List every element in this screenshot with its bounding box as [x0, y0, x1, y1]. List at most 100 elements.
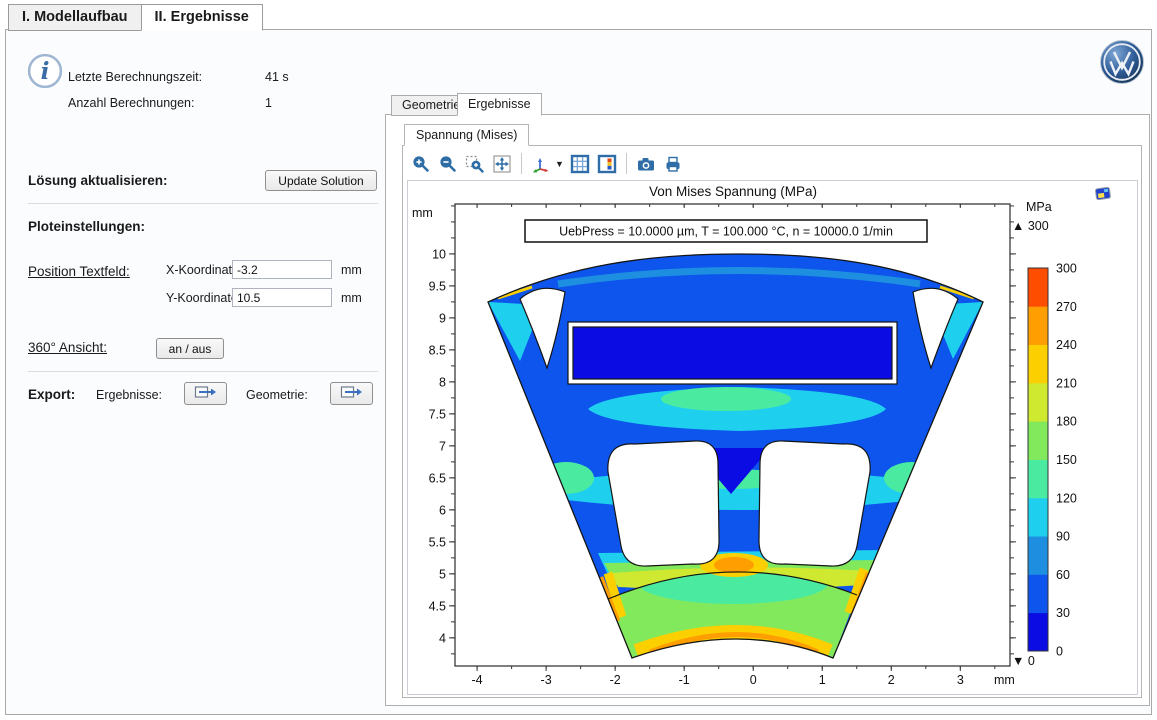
tab-spannung-mises[interactable]: Spannung (Mises)	[404, 124, 529, 146]
svg-text:60: 60	[1056, 568, 1070, 582]
y-coordinate-input[interactable]	[232, 288, 332, 307]
svg-text:8.5: 8.5	[429, 343, 446, 357]
zoom-box-button[interactable]	[464, 153, 486, 175]
toolbar-separator	[521, 153, 522, 174]
magnet	[573, 327, 892, 379]
export-icon	[340, 384, 364, 400]
view-orientation-dropdown[interactable]: ▼	[555, 159, 564, 169]
y-coordinate-label: Y-Koordinate:	[166, 291, 241, 305]
toolbar-separator	[626, 153, 627, 174]
zoom-extents-button[interactable]	[491, 153, 513, 175]
printer-icon	[663, 154, 683, 174]
view360-label: 360° Ansicht:	[28, 340, 107, 355]
grid-toggle-button[interactable]	[569, 153, 591, 175]
divider	[28, 203, 378, 204]
x-axis-unit: mm	[994, 673, 1015, 687]
cutout-hole-left	[608, 441, 719, 566]
colorbar: 0 30 60 90 120 150 180 210 240 270 300	[1028, 262, 1077, 659]
zoom-out-button[interactable]	[437, 153, 459, 175]
export-icon	[194, 384, 218, 400]
fem-stress-field	[455, 204, 1010, 666]
svg-text:150: 150	[1056, 453, 1077, 467]
svg-text:120: 120	[1056, 491, 1077, 505]
svg-text:4: 4	[439, 631, 446, 645]
svg-text:210: 210	[1056, 376, 1077, 390]
svg-text:-1: -1	[679, 673, 690, 687]
svg-text:3: 3	[957, 673, 964, 687]
main-tab-bar: I. Modellaufbau II. Ergebnisse	[8, 4, 263, 31]
legend-toggle-button[interactable]	[596, 153, 618, 175]
svg-text:10: 10	[432, 247, 446, 261]
legend-icon	[597, 154, 617, 174]
graphics-toolbar: ▼	[410, 149, 684, 178]
y-axis-unit: mm	[412, 206, 433, 220]
svg-text:5: 5	[439, 567, 446, 581]
divider	[28, 371, 378, 372]
tab-ergebnisse[interactable]: II. Ergebnisse	[141, 4, 263, 31]
export-results-button[interactable]	[184, 382, 227, 405]
info-icon: i	[27, 53, 63, 89]
svg-text:-3: -3	[541, 673, 552, 687]
y-coordinate-unit: mm	[341, 291, 362, 305]
svg-text:9.5: 9.5	[429, 279, 446, 293]
svg-text:90: 90	[1056, 530, 1070, 544]
grid-icon	[570, 154, 590, 174]
tab-ergebnisse-plot[interactable]: Ergebnisse	[457, 93, 542, 116]
svg-text:270: 270	[1056, 300, 1077, 314]
zoom-box-icon	[465, 154, 485, 174]
svg-text:240: 240	[1056, 338, 1077, 352]
camera-icon	[636, 154, 656, 174]
plot-annotation: UebPress = 10.0000 µm, T = 100.000 °C, n…	[525, 220, 927, 242]
export-results-label: Ergebnisse:	[96, 388, 162, 402]
svg-text:8: 8	[439, 375, 446, 389]
default-view-icon[interactable]	[1095, 187, 1110, 200]
svg-text:-4: -4	[472, 673, 483, 687]
colorbar-min-marker: ▼ 0	[1012, 654, 1035, 668]
svg-text:180: 180	[1056, 415, 1077, 429]
svg-text:300: 300	[1056, 262, 1077, 276]
svg-text:0: 0	[1056, 645, 1063, 659]
cutout-hole-right	[759, 441, 870, 566]
svg-text:6: 6	[439, 503, 446, 517]
svg-text:7.5: 7.5	[429, 407, 446, 421]
print-button[interactable]	[662, 153, 684, 175]
stress-plot-canvas[interactable]: Von Mises Spannung (MPa) -4-3-2-10123109…	[408, 181, 1135, 692]
svg-text:9: 9	[439, 311, 446, 325]
zoom-in-button[interactable]	[410, 153, 432, 175]
calc-count-value: 1	[265, 96, 272, 110]
plot-settings-label: Ploteinstellungen:	[28, 219, 145, 234]
calc-time-value: 41 s	[265, 70, 289, 84]
svg-text:4.5: 4.5	[429, 599, 446, 613]
view-orientation-button[interactable]	[530, 153, 552, 175]
svg-text:30: 30	[1056, 606, 1070, 620]
annotation-text: UebPress = 10.0000 µm, T = 100.000 °C, n…	[559, 225, 893, 239]
x-coordinate-input[interactable]	[232, 260, 332, 279]
calc-time-label: Letzte Berechnungszeit:	[68, 70, 202, 84]
update-section-label: Lösung aktualisieren:	[28, 173, 168, 188]
svg-text:5.5: 5.5	[429, 535, 446, 549]
svg-text:6.5: 6.5	[429, 471, 446, 485]
view-orientation-icon	[531, 154, 551, 174]
svg-text:7: 7	[439, 439, 446, 453]
update-solution-button[interactable]: Update Solution	[265, 170, 377, 191]
zoom-out-icon	[438, 154, 458, 174]
x-coordinate-label: X-Koordinate:	[166, 263, 242, 277]
export-geometry-button[interactable]	[330, 382, 373, 405]
x-coordinate-unit: mm	[341, 263, 362, 277]
svg-text:0: 0	[750, 673, 757, 687]
plot-title: Von Mises Spannung (MPa)	[649, 184, 817, 199]
export-label: Export:	[28, 387, 75, 402]
app-window: I. Modellaufbau II. Ergebnisse i Letzte …	[0, 0, 1157, 720]
calc-count-label: Anzahl Berechnungen:	[68, 96, 194, 110]
svg-text:i: i	[41, 58, 50, 85]
view360-toggle-button[interactable]: an / aus	[156, 338, 224, 359]
graphics-area[interactable]: Von Mises Spannung (MPa) -4-3-2-10123109…	[407, 180, 1138, 695]
zoom-in-icon	[411, 154, 431, 174]
snapshot-button[interactable]	[635, 153, 657, 175]
tab-modellaufbau[interactable]: I. Modellaufbau	[8, 4, 141, 31]
colorbar-unit: MPa	[1026, 200, 1052, 214]
zoom-extents-icon	[492, 154, 512, 174]
svg-text:-2: -2	[610, 673, 621, 687]
svg-text:2: 2	[888, 673, 895, 687]
position-textfield-label: Position Textfeld:	[28, 264, 130, 279]
